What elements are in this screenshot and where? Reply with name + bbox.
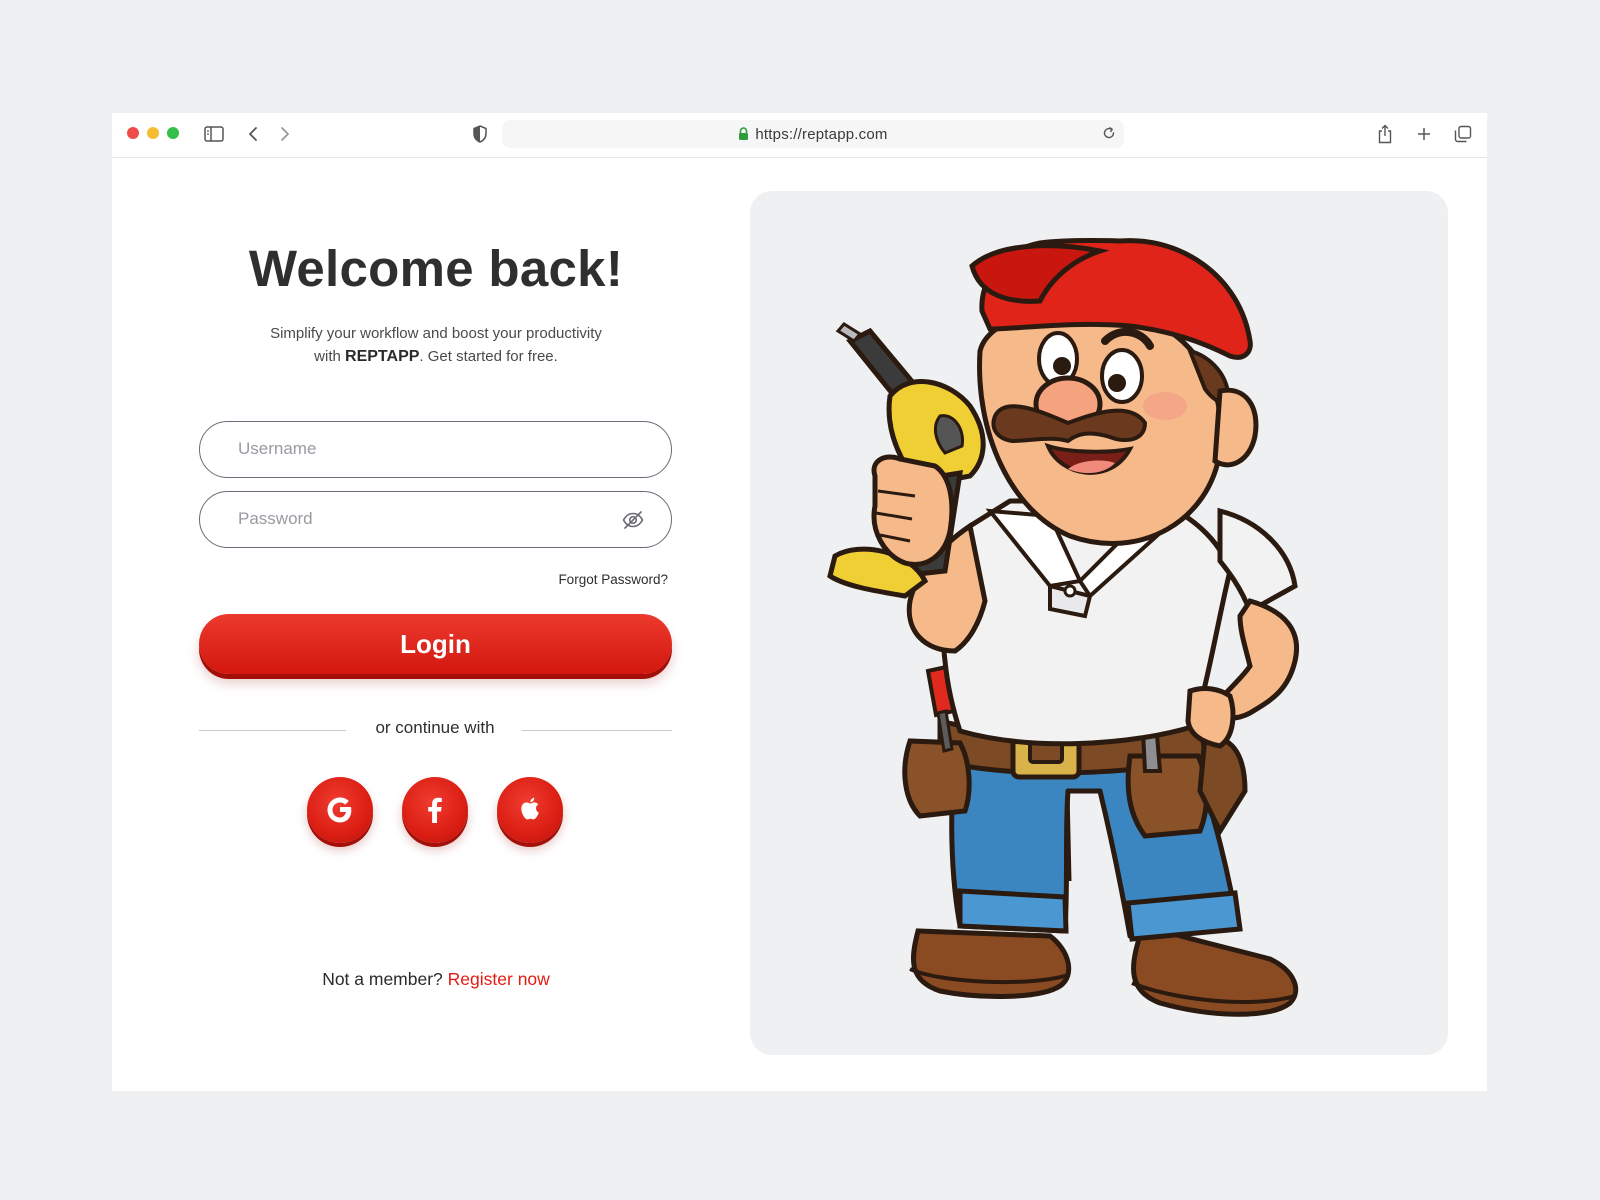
close-window-button[interactable] xyxy=(127,127,139,139)
minimize-window-button[interactable] xyxy=(147,127,159,139)
handyman-mascot-illustration xyxy=(827,238,1299,1017)
facebook-icon xyxy=(417,792,453,828)
forward-icon[interactable] xyxy=(274,123,296,145)
register-link[interactable]: Register now xyxy=(448,969,550,989)
subtitle-tail: . Get started for free. xyxy=(419,348,558,365)
sidebar-toggle-icon[interactable] xyxy=(203,123,225,145)
reload-icon[interactable] xyxy=(1102,126,1116,140)
register-prompt: Not a member? Register now xyxy=(112,969,760,990)
divider-right xyxy=(522,730,672,731)
url-text: https://reptapp.com xyxy=(755,125,888,143)
divider-text: or continue with xyxy=(375,718,495,737)
subtitle-line1: Simplify your workflow and boost your pr… xyxy=(270,325,602,342)
password-field xyxy=(199,491,672,548)
browser-toolbar: https://reptapp.com xyxy=(112,113,1487,158)
google-icon xyxy=(322,792,358,828)
page-content: Welcome back! Simplify your workflow and… xyxy=(112,159,1487,1091)
login-panel: Welcome back! Simplify your workflow and… xyxy=(112,159,750,1091)
apple-login-button[interactable] xyxy=(497,777,563,843)
right-boot xyxy=(1131,930,1299,1017)
left-hand xyxy=(871,454,955,567)
maximize-window-button[interactable] xyxy=(167,127,179,139)
page-title: Welcome back! xyxy=(248,240,624,297)
password-input[interactable] xyxy=(238,492,598,546)
eye-slash-icon[interactable] xyxy=(621,508,645,532)
address-bar[interactable]: https://reptapp.com xyxy=(502,120,1124,148)
register-prompt-text: Not a member? xyxy=(322,969,443,989)
facebook-login-button[interactable] xyxy=(402,777,468,843)
forgot-password-link[interactable]: Forgot Password? xyxy=(512,572,668,587)
lock-icon xyxy=(738,127,749,141)
new-tab-icon[interactable] xyxy=(1413,123,1435,145)
brand-name: REPTAPP xyxy=(345,348,420,365)
username-field xyxy=(199,421,672,478)
username-input[interactable] xyxy=(238,422,598,476)
subtitle-with: with xyxy=(314,348,341,365)
illustration-panel xyxy=(750,191,1448,1055)
google-login-button[interactable] xyxy=(307,777,373,843)
back-icon[interactable] xyxy=(242,123,264,145)
browser-window: https://reptapp.com Welcome back! Simpli… xyxy=(112,113,1487,1091)
share-icon[interactable] xyxy=(1374,123,1396,145)
left-boot xyxy=(909,928,1072,999)
login-button[interactable]: Login xyxy=(199,614,672,674)
privacy-shield-icon[interactable] xyxy=(469,123,491,145)
apple-icon xyxy=(513,793,547,827)
tab-overview-icon[interactable] xyxy=(1452,123,1474,145)
page-subtitle: Simplify your workflow and boost your pr… xyxy=(112,322,760,368)
